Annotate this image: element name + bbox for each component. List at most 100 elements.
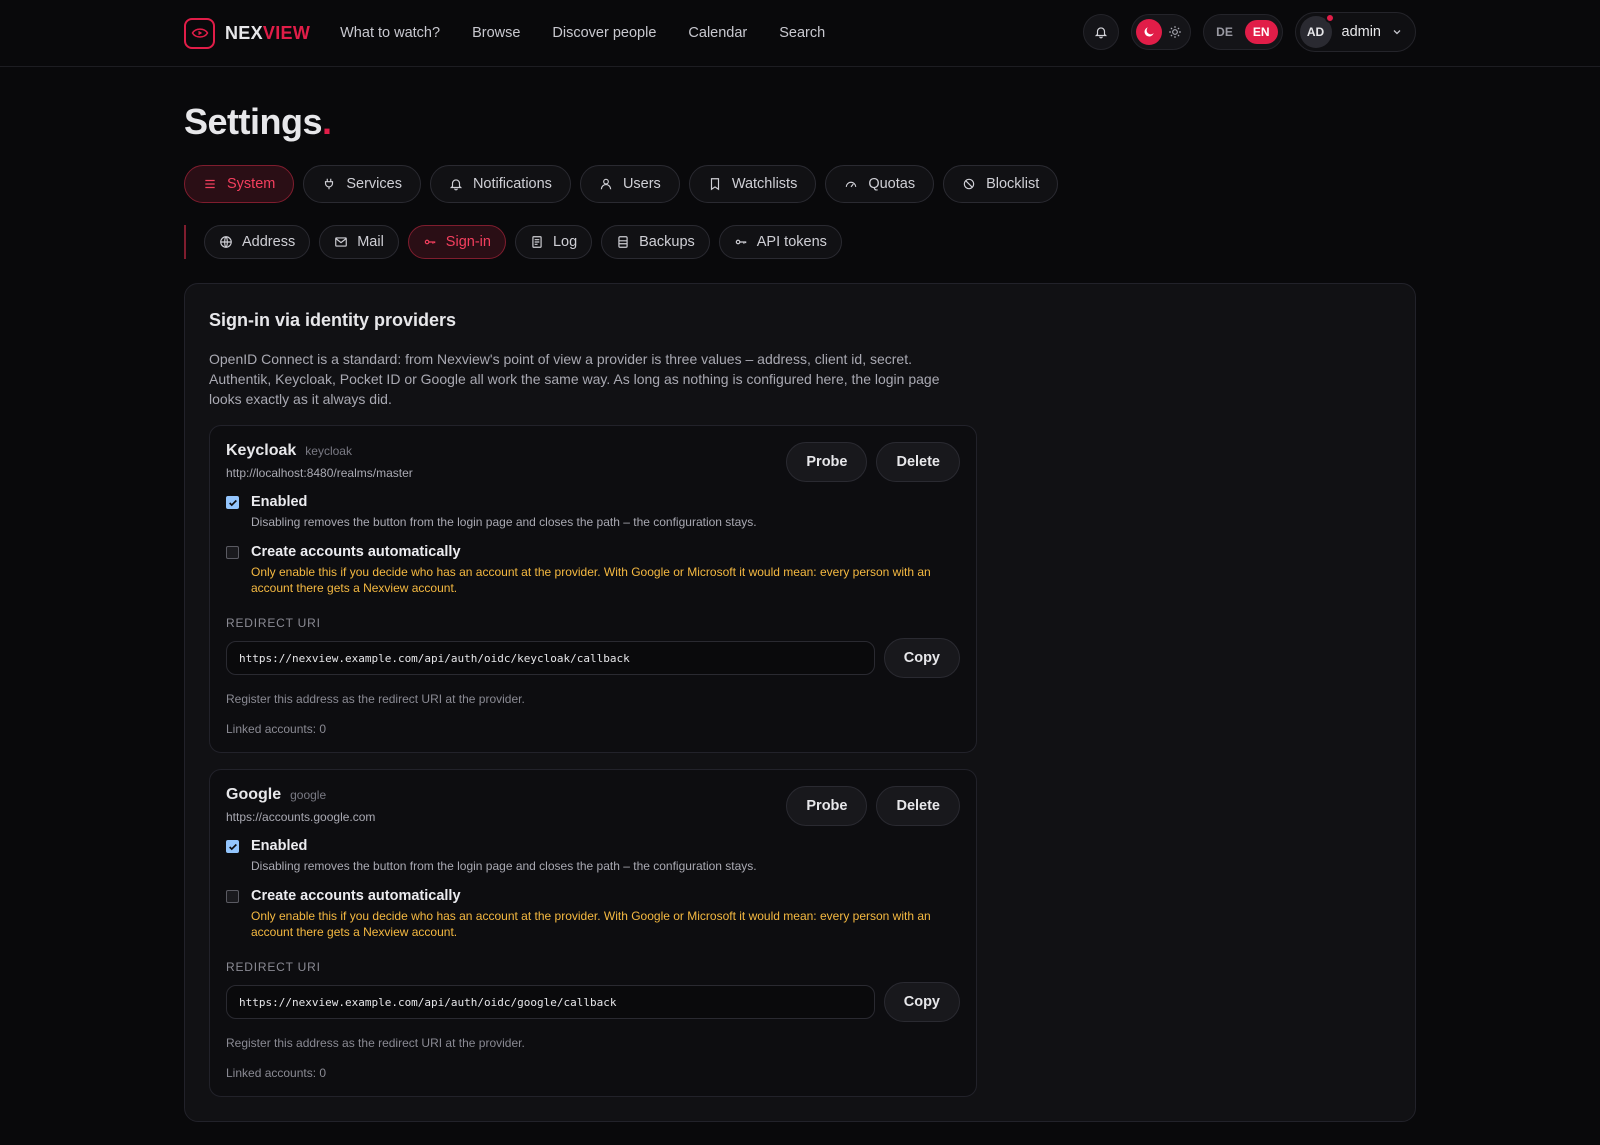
subtab-address[interactable]: Address <box>204 225 311 259</box>
lang-de[interactable]: DE <box>1208 20 1241 44</box>
provider-keycloak: Keycloak keycloak http://localhost:8480/… <box>209 425 977 753</box>
nav-browse[interactable]: Browse <box>472 25 520 41</box>
moon-icon <box>1136 19 1163 45</box>
auto-create-label: Create accounts automatically <box>251 888 461 904</box>
copy-button[interactable]: Copy <box>883 982 960 1022</box>
enabled-label: Enabled <box>251 838 308 854</box>
nav-discover-people[interactable]: Discover people <box>552 25 656 41</box>
subtab-log[interactable]: Log <box>514 225 593 259</box>
tab-label: System <box>227 176 276 192</box>
subtab-mail[interactable]: Mail <box>319 225 399 259</box>
delete-button[interactable]: Delete <box>876 786 960 826</box>
tab-label: Watchlists <box>731 176 798 192</box>
tab-label: Quotas <box>868 176 916 192</box>
tab-watchlists[interactable]: Watchlists <box>688 165 817 203</box>
user-name: admin <box>1341 24 1382 40</box>
log-icon <box>532 236 542 248</box>
auto-create-warning: Only enable this if you decide who has a… <box>251 565 931 595</box>
provider-google: Google google https://accounts.google.co… <box>209 769 977 1097</box>
probe-button[interactable]: Probe <box>786 786 868 826</box>
ban-icon <box>963 178 975 190</box>
bell-icon <box>449 179 463 191</box>
page-title: Settings. <box>184 101 332 142</box>
card-title: Sign-in via identity providers <box>209 310 457 330</box>
key-icon <box>735 239 747 245</box>
gauge-icon <box>846 181 857 188</box>
enabled-help: Disabling removes the button from the lo… <box>251 859 757 873</box>
subtab-label: API tokens <box>756 234 827 250</box>
tab-users[interactable]: Users <box>579 165 680 203</box>
enabled-help: Disabling removes the button from the lo… <box>251 515 757 529</box>
provider-name: Keycloak <box>226 442 297 459</box>
mail-icon <box>335 237 348 247</box>
notification-dot <box>1324 13 1335 23</box>
bell-icon <box>1095 27 1108 39</box>
nav-what-to-watch[interactable]: What to watch? <box>340 25 440 41</box>
redirect-uri-label: REDIRECT URI <box>226 616 321 630</box>
tab-label: Services <box>346 176 402 192</box>
database-icon <box>618 236 628 248</box>
menu-icon <box>205 179 215 189</box>
chevron-down-icon <box>1393 30 1401 35</box>
auto-create-warning: Only enable this if you decide who has a… <box>251 909 931 939</box>
nav-search[interactable]: Search <box>779 25 825 41</box>
redirect-hint: Register this address as the redirect UR… <box>226 1036 525 1050</box>
card-description: OpenID Connect is a standard: from Nexvi… <box>209 351 940 407</box>
lang-en[interactable]: EN <box>1244 20 1278 44</box>
globe-icon <box>220 236 232 248</box>
sun-icon <box>1169 26 1181 38</box>
check-icon <box>228 499 237 506</box>
enabled-checkbox[interactable] <box>226 840 239 853</box>
enabled-checkbox[interactable] <box>226 496 239 509</box>
delete-button[interactable]: Delete <box>876 442 960 482</box>
provider-key: google <box>290 788 327 802</box>
linked-accounts: Linked accounts: 0 <box>226 722 327 736</box>
language-switch: DE EN <box>1203 14 1283 50</box>
theme-toggle[interactable] <box>1131 14 1192 50</box>
subtab-label: Log <box>552 234 578 250</box>
provider-key: keycloak <box>305 444 352 458</box>
subtab-label: Address <box>242 234 296 250</box>
tab-blocklist[interactable]: Blocklist <box>943 165 1059 203</box>
check-icon <box>228 843 237 850</box>
copy-button[interactable]: Copy <box>883 638 960 678</box>
redirect-uri-input[interactable] <box>226 641 875 675</box>
avatar: AD <box>1299 13 1335 48</box>
top-bar: NEXVIEW What to watch? Browse Discover p… <box>0 0 1600 67</box>
redirect-uri-input[interactable] <box>226 985 875 1019</box>
key-icon <box>424 239 436 245</box>
play-logo-icon <box>184 17 215 49</box>
auto-create-checkbox[interactable] <box>226 546 239 559</box>
probe-button[interactable]: Probe <box>786 442 868 482</box>
main-nav: What to watch? Browse Discover people Ca… <box>340 25 825 41</box>
redirect-uri-label: REDIRECT URI <box>226 960 321 974</box>
linked-accounts: Linked accounts: 0 <box>226 1066 327 1080</box>
subtab-api-tokens[interactable]: API tokens <box>718 225 842 259</box>
user-icon <box>600 178 612 190</box>
tab-notifications[interactable]: Notifications <box>429 165 571 203</box>
system-subtabs: Address Mail Sign-in Log Backups API tok… <box>184 225 1416 259</box>
user-menu[interactable]: AD admin <box>1294 12 1416 52</box>
provider-name: Google <box>226 786 282 803</box>
tab-quotas[interactable]: Quotas <box>825 165 935 203</box>
logo-text: NEXVIEW <box>225 22 311 43</box>
nav-calendar[interactable]: Calendar <box>688 25 747 41</box>
tab-services[interactable]: Services <box>303 165 421 203</box>
subtab-backups[interactable]: Backups <box>601 225 710 259</box>
tab-label: Notifications <box>472 176 552 192</box>
subtab-label: Backups <box>639 234 695 250</box>
avatar-initials: AD <box>1306 25 1325 39</box>
tab-label: Blocklist <box>986 176 1040 192</box>
subtab-sign-in[interactable]: Sign-in <box>407 225 506 259</box>
logo[interactable]: NEXVIEW <box>184 17 311 49</box>
bookmark-icon <box>710 178 719 191</box>
tab-system[interactable]: System <box>184 165 295 203</box>
identity-providers-card: Sign-in via identity providers OpenID Co… <box>184 283 1416 1122</box>
tab-label: Users <box>622 176 661 192</box>
plug-icon <box>325 178 334 190</box>
notifications-button[interactable] <box>1083 14 1120 50</box>
auto-create-checkbox[interactable] <box>226 890 239 903</box>
enabled-label: Enabled <box>251 494 308 510</box>
settings-tabs: System Services Notifications Users Watc… <box>184 165 1416 203</box>
subtab-label: Sign-in <box>445 234 491 250</box>
